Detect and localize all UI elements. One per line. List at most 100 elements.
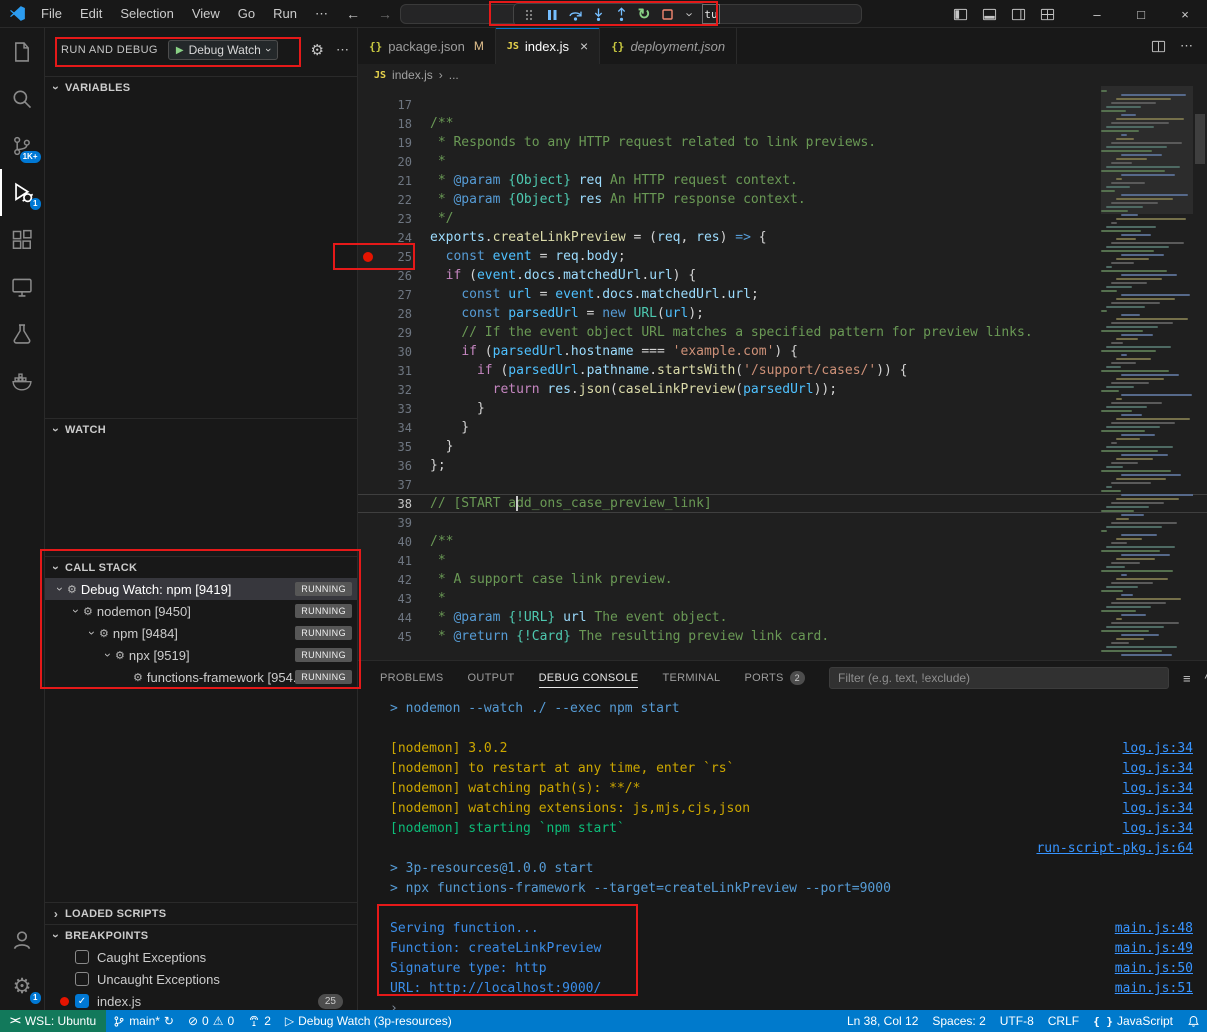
console-prompt-icon[interactable]: › <box>390 999 398 1010</box>
eol-item[interactable]: CRLF <box>1041 1010 1086 1032</box>
code-line-44[interactable]: 44 * @param {!URL} url The event object. <box>358 608 1207 627</box>
code-line-33[interactable]: 33 } <box>358 399 1207 418</box>
console-source-link[interactable]: main.js:50 <box>1095 959 1193 979</box>
menu-edit[interactable]: Edit <box>71 0 111 27</box>
code-line-24[interactable]: 24exports.createLinkPreview = (req, res)… <box>358 228 1207 247</box>
forwarded-ports-item[interactable]: 2 <box>241 1010 278 1032</box>
watch-section-header[interactable]: › WATCH <box>45 418 357 440</box>
code-editor[interactable]: 1718/**19 * Responds to any HTTP request… <box>358 86 1207 660</box>
gutter-glyph-margin[interactable] <box>358 252 378 262</box>
breadcrumb[interactable]: JS index.js › ... <box>358 64 1207 86</box>
code-line-20[interactable]: 20 * <box>358 152 1207 171</box>
minimap[interactable] <box>1101 86 1193 660</box>
checkbox-unchecked[interactable] <box>75 972 89 986</box>
notifications-bell-icon[interactable] <box>1180 1010 1207 1032</box>
console-source-link[interactable]: log.js:34 <box>1103 819 1193 839</box>
menu-run[interactable]: Run <box>264 0 306 27</box>
language-mode-item[interactable]: { } JavaScript <box>1086 1010 1180 1032</box>
maximize-button[interactable]: □ <box>1119 0 1163 28</box>
code-line-18[interactable]: 18/** <box>358 114 1207 133</box>
menu-more[interactable]: ⋯ <box>306 0 337 27</box>
debug-launch-dropdown[interactable]: ▶ Debug Watch › <box>168 40 278 60</box>
code-line-27[interactable]: 27 const url = event.docs.matchedUrl.url… <box>358 285 1207 304</box>
menu-view[interactable]: View <box>183 0 229 27</box>
code-line-31[interactable]: 31 if (parsedUrl.pathname.startsWith('/s… <box>358 361 1207 380</box>
code-line-45[interactable]: 45 * @return {!Card} The resulting previ… <box>358 627 1207 646</box>
breakpoint-row[interactable]: Uncaught Exceptions <box>45 968 357 990</box>
close-button[interactable]: × <box>1163 0 1207 28</box>
activity-remote-explorer-icon[interactable] <box>0 263 45 310</box>
forward-arrow-icon[interactable]: → <box>369 6 401 22</box>
stop-icon[interactable] <box>656 5 678 25</box>
breakpoint-dot[interactable] <box>363 252 373 262</box>
activity-explorer-icon[interactable] <box>0 28 45 75</box>
toggle-primary-sidebar-icon[interactable] <box>953 7 968 22</box>
tab-index-js[interactable]: JS index.js × <box>496 28 600 64</box>
code-line-22[interactable]: 22 * @param {Object} res An HTTP respons… <box>358 190 1207 209</box>
editor-more-icon[interactable]: ⋯ <box>1180 38 1193 54</box>
console-source-link[interactable]: log.js:34 <box>1103 759 1193 779</box>
console-source-link[interactable]: main.js:51 <box>1095 979 1193 999</box>
menu-selection[interactable]: Selection <box>111 0 182 27</box>
toggle-panel-icon[interactable] <box>982 7 997 22</box>
debug-status-item[interactable]: ▷ Debug Watch (3p-resources) <box>278 1010 459 1032</box>
activity-search-icon[interactable] <box>0 75 45 122</box>
code-line-32[interactable]: 32 return res.json(caseLinkPreview(parse… <box>358 380 1207 399</box>
call-stack-session[interactable]: ›⚙ Debug Watch: npm [9419] RUNNING <box>45 578 357 600</box>
console-source-link[interactable]: main.js:48 <box>1095 919 1193 939</box>
activity-run-debug-icon[interactable]: 1 <box>0 169 45 216</box>
activity-docker-icon[interactable] <box>0 357 45 404</box>
code-line-25[interactable]: 25 const event = req.body; <box>358 247 1207 266</box>
activity-testing-icon[interactable] <box>0 310 45 357</box>
restart-icon[interactable]: ↻ <box>633 5 655 25</box>
code-line-30[interactable]: 30 if (parsedUrl.hostname === 'example.c… <box>358 342 1207 361</box>
remote-indicator[interactable]: >< WSL: Ubuntu <box>0 1010 106 1032</box>
code-line-38[interactable]: 38// [START add_ons_case_preview_link] <box>358 494 1207 513</box>
code-line-39[interactable]: 39 <box>358 513 1207 532</box>
console-source-link[interactable]: log.js:34 <box>1103 739 1193 759</box>
activity-source-control-icon[interactable]: 1K+ <box>0 122 45 169</box>
tab-terminal[interactable]: TERMINAL <box>662 669 720 687</box>
code-line-19[interactable]: 19 * Responds to any HTTP request relate… <box>358 133 1207 152</box>
views-more-icon[interactable]: ⋯ <box>336 42 349 58</box>
code-line-37[interactable]: 37 <box>358 475 1207 494</box>
start-debug-icon[interactable]: ▶ <box>176 45 184 56</box>
code-line-42[interactable]: 42 * A support case link preview. <box>358 570 1207 589</box>
call-stack-session[interactable]: ›⚙ npx [9519] RUNNING <box>45 644 357 666</box>
code-line-29[interactable]: 29 // If the event object URL matches a … <box>358 323 1207 342</box>
back-arrow-icon[interactable]: ← <box>337 6 369 22</box>
code-line-23[interactable]: 23 */ <box>358 209 1207 228</box>
encoding-item[interactable]: UTF-8 <box>993 1010 1041 1032</box>
code-line-41[interactable]: 41 * <box>358 551 1207 570</box>
console-lines-icon[interactable]: ≡ <box>1183 671 1191 686</box>
code-line-43[interactable]: 43 * <box>358 589 1207 608</box>
step-over-icon[interactable] <box>564 5 586 25</box>
settings-gear-icon[interactable]: ⚙ 1 <box>0 963 45 1010</box>
tab-close-icon[interactable]: × <box>580 38 588 54</box>
git-branch-item[interactable]: main* ↻ <box>106 1010 181 1032</box>
code-line-17[interactable]: 17 <box>358 95 1207 114</box>
tab-output[interactable]: OUTPUT <box>468 669 515 687</box>
editor-scrollbar[interactable] <box>1193 86 1207 660</box>
console-source-link[interactable]: log.js:34 <box>1103 779 1193 799</box>
breakpoints-section-header[interactable]: › BREAKPOINTS <box>45 924 357 946</box>
toggle-secondary-sidebar-icon[interactable] <box>1011 7 1026 22</box>
checkbox-checked[interactable]: ✓ <box>75 994 89 1008</box>
breakpoint-row[interactable]: ✓ index.js 25 <box>45 990 357 1010</box>
debug-settings-gear-icon[interactable]: ⚙ <box>311 41 324 59</box>
code-line-35[interactable]: 35 } <box>358 437 1207 456</box>
console-source-link[interactable]: main.js:49 <box>1095 939 1193 959</box>
tab-deployment-json[interactable]: {} deployment.json <box>600 28 737 64</box>
activity-extensions-icon[interactable] <box>0 216 45 263</box>
account-icon[interactable] <box>0 916 45 963</box>
code-line-21[interactable]: 21 * @param {Object} req An HTTP request… <box>358 171 1207 190</box>
toolbar-drag-handle-icon[interactable] <box>518 5 540 25</box>
step-out-icon[interactable] <box>610 5 632 25</box>
tab-problems[interactable]: PROBLEMS <box>380 669 444 687</box>
launch-chevron-icon[interactable]: › <box>262 48 274 52</box>
tab-debug-console[interactable]: DEBUG CONSOLE <box>539 669 639 688</box>
loaded-scripts-section-header[interactable]: › LOADED SCRIPTS <box>45 902 357 924</box>
call-stack-session[interactable]: ⚙ functions-framework [954... RUNNING <box>45 666 357 688</box>
code-line-36[interactable]: 36}; <box>358 456 1207 475</box>
cursor-position-item[interactable]: Ln 38, Col 12 <box>840 1010 925 1032</box>
